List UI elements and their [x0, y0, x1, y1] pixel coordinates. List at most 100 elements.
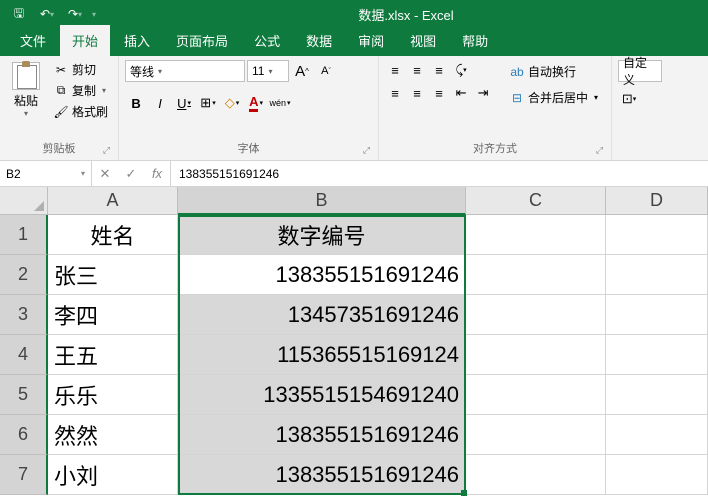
cell-a2[interactable]: 张三: [48, 255, 178, 295]
align-left-button[interactable]: ≡: [385, 83, 405, 103]
select-all-corner[interactable]: [0, 187, 48, 215]
currency-button[interactable]: ⊡▾: [618, 88, 640, 110]
cell-d7[interactable]: [606, 455, 708, 495]
redo-button[interactable]: ↷▾: [64, 3, 86, 25]
cell-c7[interactable]: [466, 455, 606, 495]
font-launcher-icon[interactable]: ⤢: [363, 145, 370, 156]
group-label-clipboard: 剪贴板⤢: [6, 138, 112, 158]
italic-button[interactable]: I: [149, 92, 171, 114]
row-header-4[interactable]: 4: [0, 335, 48, 375]
row-header-1[interactable]: 1: [0, 215, 48, 255]
cell-a7[interactable]: 小刘: [48, 455, 178, 495]
align-bottom-button[interactable]: ≡: [429, 60, 449, 80]
align-middle-button[interactable]: ≡: [407, 60, 427, 80]
border-icon: ⊞: [200, 95, 211, 111]
copy-icon: ⧉: [54, 84, 68, 98]
col-header-b[interactable]: B: [178, 187, 466, 215]
cell-d3[interactable]: [606, 295, 708, 335]
phonetic-button[interactable]: wén▾: [269, 92, 291, 114]
cell-b2[interactable]: 138355151691246: [178, 255, 466, 295]
grow-font-button[interactable]: A^: [291, 60, 313, 82]
row-header-2[interactable]: 2: [0, 255, 48, 295]
underline-button[interactable]: U▾: [173, 92, 195, 114]
shrink-font-button[interactable]: Aˇ: [315, 60, 337, 82]
align-launcher-icon[interactable]: ⤢: [596, 145, 603, 156]
ribbon-tabs: 文件 开始 插入 页面布局 公式 数据 审阅 视图 帮助: [0, 28, 708, 56]
cut-button[interactable]: ✂剪切: [50, 60, 112, 79]
cell-b6[interactable]: 138355151691246: [178, 415, 466, 455]
font-color-button[interactable]: A▾: [245, 92, 267, 114]
cell-b7[interactable]: 138355151691246: [178, 455, 466, 495]
enter-button[interactable]: ✓: [118, 166, 144, 182]
window-title: 数据.xlsx - Excel: [104, 5, 708, 24]
fill-color-button[interactable]: ◇▾: [221, 92, 243, 114]
fx-button[interactable]: fx: [144, 166, 170, 181]
tab-review[interactable]: 审阅: [346, 25, 396, 56]
cell-d2[interactable]: [606, 255, 708, 295]
row-header-5[interactable]: 5: [0, 375, 48, 415]
number-format-combo[interactable]: 自定义: [618, 60, 662, 82]
row-header-3[interactable]: 3: [0, 295, 48, 335]
save-button[interactable]: 🖫: [8, 3, 30, 25]
formula-input[interactable]: 138355151691246: [171, 161, 708, 186]
cell-b3[interactable]: 13457351691246: [178, 295, 466, 335]
title-bar: 🖫 ↶▾ ↷▾ ▾ 数据.xlsx - Excel: [0, 0, 708, 28]
tab-data[interactable]: 数据: [294, 25, 344, 56]
font-name-combo[interactable]: 等线▾: [125, 60, 245, 82]
cell-a1[interactable]: 姓名: [48, 215, 178, 255]
paste-button[interactable]: 粘贴 ▾: [6, 60, 46, 120]
cell-a3[interactable]: 李四: [48, 295, 178, 335]
tab-file[interactable]: 文件: [8, 25, 58, 56]
cell-b4[interactable]: 115365515169124: [178, 335, 466, 375]
orientation-button[interactable]: ⤹▾: [451, 60, 471, 80]
cell-c6[interactable]: [466, 415, 606, 455]
cell-c2[interactable]: [466, 255, 606, 295]
align-center-button[interactable]: ≡: [407, 83, 427, 103]
cell-d5[interactable]: [606, 375, 708, 415]
qat-more-icon[interactable]: ▾: [92, 10, 96, 19]
save-icon: 🖫: [14, 4, 24, 25]
wrap-text-button[interactable]: ab自动换行: [503, 60, 605, 83]
cell-c5[interactable]: [466, 375, 606, 415]
col-header-d[interactable]: D: [606, 187, 708, 215]
row-header-6[interactable]: 6: [0, 415, 48, 455]
align-top-button[interactable]: ≡: [385, 60, 405, 80]
bold-button[interactable]: B: [125, 92, 147, 114]
cell-a4[interactable]: 王五: [48, 335, 178, 375]
cell-a5[interactable]: 乐乐: [48, 375, 178, 415]
cell-d1[interactable]: [606, 215, 708, 255]
cell-a6[interactable]: 然然: [48, 415, 178, 455]
ribbon: 粘贴 ▾ ✂剪切 ⧉复制▾ 🖌格式刷 剪贴板⤢ 等线▾ 11▾ A^ Aˇ B …: [0, 56, 708, 161]
cancel-button[interactable]: ✕: [92, 166, 118, 182]
spreadsheet-grid: A B C D 1 姓名 数字编号 2 张三 138355151691246 3…: [0, 187, 708, 495]
copy-button[interactable]: ⧉复制▾: [50, 81, 112, 100]
clipboard-launcher-icon[interactable]: ⤢: [103, 145, 110, 156]
row-header-7[interactable]: 7: [0, 455, 48, 495]
tab-view[interactable]: 视图: [398, 25, 448, 56]
border-button[interactable]: ⊞▾: [197, 92, 219, 114]
cell-b1[interactable]: 数字编号: [178, 215, 466, 255]
cell-c3[interactable]: [466, 295, 606, 335]
indent-decrease-button[interactable]: ⇤: [451, 83, 471, 103]
format-painter-button[interactable]: 🖌格式刷: [50, 102, 112, 121]
cell-b5[interactable]: 1335515154691240: [178, 375, 466, 415]
font-size-combo[interactable]: 11▾: [247, 60, 289, 82]
align-right-button[interactable]: ≡: [429, 83, 449, 103]
cell-d4[interactable]: [606, 335, 708, 375]
merge-center-button[interactable]: ⊟合并后居中▾: [503, 86, 605, 109]
tab-page-layout[interactable]: 页面布局: [164, 25, 240, 56]
cell-c4[interactable]: [466, 335, 606, 375]
cell-c1[interactable]: [466, 215, 606, 255]
name-box[interactable]: B2▾: [0, 161, 92, 186]
cell-d6[interactable]: [606, 415, 708, 455]
undo-button[interactable]: ↶▾: [36, 3, 58, 25]
col-header-a[interactable]: A: [48, 187, 178, 215]
scissors-icon: ✂: [54, 63, 68, 77]
indent-increase-button[interactable]: ⇥: [473, 83, 493, 103]
col-header-c[interactable]: C: [466, 187, 606, 215]
tab-insert[interactable]: 插入: [112, 25, 162, 56]
tab-formulas[interactable]: 公式: [242, 25, 292, 56]
tab-home[interactable]: 开始: [60, 25, 110, 56]
group-label-alignment: 对齐方式⤢: [385, 138, 605, 158]
tab-help[interactable]: 帮助: [450, 25, 500, 56]
